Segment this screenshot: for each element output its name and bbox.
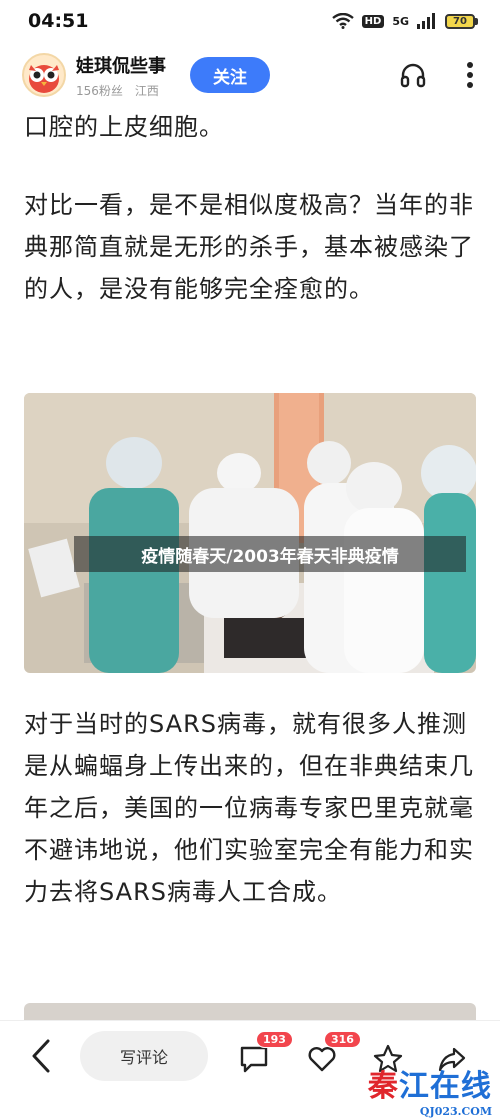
signal-icon: [417, 13, 435, 29]
author-info[interactable]: 娃琪侃些事 156粉丝 江西: [76, 52, 166, 99]
write-comment-input[interactable]: 写评论: [80, 1031, 208, 1081]
article-image[interactable]: 疫情随春天/2003年春天非典疫情: [24, 393, 476, 673]
like-button[interactable]: 316: [304, 1031, 361, 1079]
comment-placeholder: 写评论: [119, 1048, 168, 1067]
avatar[interactable]: [22, 53, 66, 97]
status-bar: 04:51 HD 5G 70: [0, 0, 500, 42]
article-body: 口腔的上皮细胞。 对比一看，是不是相似度极高？当年的非典那简直就是无形的杀手，基…: [0, 106, 500, 1020]
header-actions: [400, 61, 474, 89]
watermark-red-char: 秦: [367, 1069, 399, 1104]
follow-button[interactable]: 关注: [190, 57, 270, 93]
sars-hospital-photo: [24, 393, 476, 673]
status-time: 04:51: [28, 10, 89, 32]
article-paragraph: 对比一看，是不是相似度极高？当年的非典那简直就是无形的杀手，基本被感染了的人，是…: [24, 191, 474, 303]
more-options-icon[interactable]: [466, 61, 474, 89]
author-meta: 156粉丝 江西: [76, 82, 166, 99]
comment-count-badge: 193: [256, 1031, 293, 1048]
author-location: 江西: [134, 83, 159, 98]
follower-count: 156粉丝: [76, 83, 123, 98]
battery-icon: 70: [445, 13, 478, 29]
image-caption: 疫情随春天/2003年春天非典疫情: [74, 536, 466, 572]
network-type: 5G: [392, 14, 409, 28]
article-image-next[interactable]: [24, 1003, 476, 1020]
battery-level: 70: [453, 15, 467, 27]
owl-avatar-icon: [29, 65, 59, 93]
article-header: 娃琪侃些事 156粉丝 江西 关注: [0, 44, 500, 106]
back-arrow-icon[interactable]: [26, 1037, 58, 1075]
article-paragraph: 口腔的上皮细胞。: [24, 113, 224, 141]
watermark-blue-text: 江在线: [398, 1069, 492, 1104]
wifi-icon: [331, 13, 354, 29]
comments-button[interactable]: 193: [236, 1031, 293, 1079]
watermark-url: QJ023.COM: [419, 1105, 492, 1118]
like-count-badge: 316: [324, 1031, 361, 1048]
hd-icon: HD: [361, 14, 385, 28]
article-paragraph: 对于当时的SARS病毒，就有很多人推测是从蝙蝠身上传出来的，但在非典结束几年之后…: [24, 710, 474, 906]
site-watermark: 秦江在线 QJ023.COM: [368, 1061, 492, 1118]
bottom-action-bar: 写评论 193 316 秦江在线 QJ023.COM: [0, 1020, 500, 1118]
status-icons: HD 5G 70: [331, 13, 478, 29]
headphones-icon[interactable]: [400, 62, 426, 88]
author-name[interactable]: 娃琪侃些事: [76, 52, 166, 78]
